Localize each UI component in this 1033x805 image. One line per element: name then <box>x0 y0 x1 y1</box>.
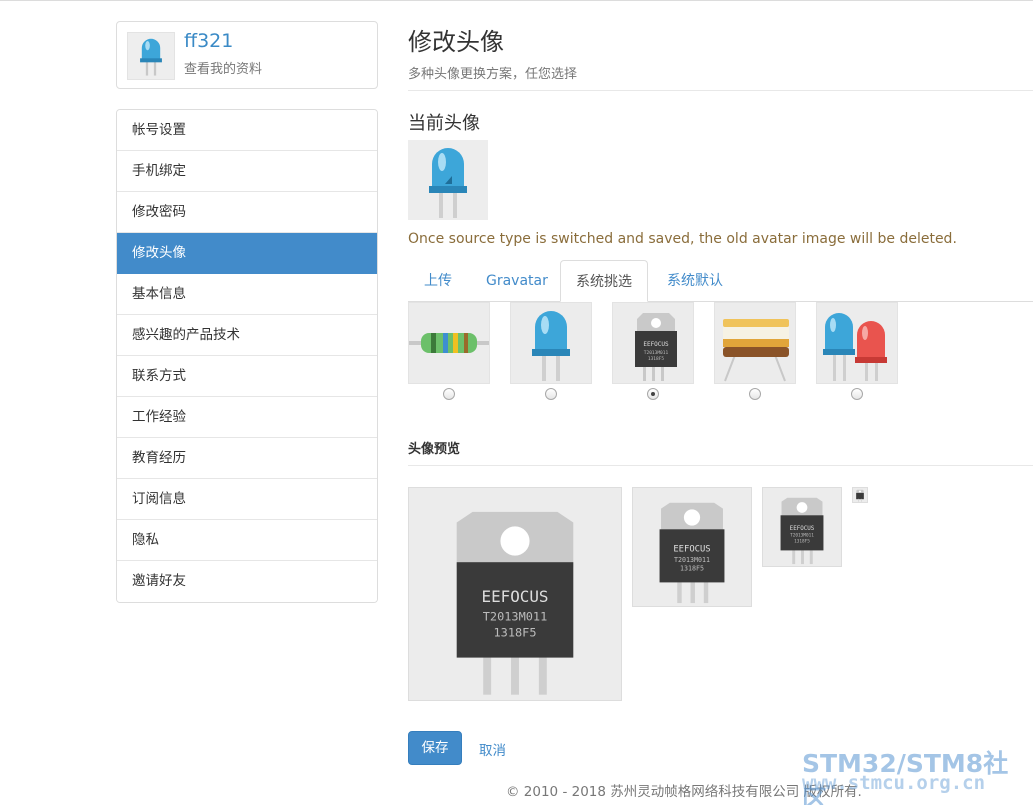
chip-label-line3: 1318F5 <box>680 565 704 573</box>
divider <box>408 90 1033 91</box>
avatar-choice-led-pair[interactable] <box>816 302 898 384</box>
preview-medium: EEFOCUS T2013M011 1318F5 <box>632 487 752 607</box>
transistor-chip-icon <box>856 489 864 502</box>
blue-led-icon <box>140 38 162 76</box>
divider <box>408 465 1033 466</box>
chip-label-line2: T2013M011 <box>790 533 814 539</box>
blue-led-icon <box>429 148 467 218</box>
avatar-radio-led-pair[interactable] <box>851 388 863 400</box>
chip-label-line1: EEFOCUS <box>673 544 710 554</box>
sidebar-item-invite[interactable]: 邀请好友 <box>117 561 377 602</box>
sidebar-item-subscriptions[interactable]: 订阅信息 <box>117 479 377 520</box>
cancel-link[interactable]: 取消 <box>479 739 506 759</box>
top-divider <box>0 0 1033 1</box>
blue-led-icon <box>532 311 570 381</box>
watermark-url: www.stmcu.org.cn <box>802 772 986 794</box>
led-pair-icon <box>823 313 887 381</box>
transistor-chip-icon: EEFOCUS T2013M011 1318F5 <box>659 502 725 604</box>
sidebar-item-work[interactable]: 工作经验 <box>117 397 377 438</box>
avatar-choice-capacitor[interactable] <box>714 302 796 384</box>
sidebar-item-avatar[interactable]: 修改头像 <box>117 233 377 274</box>
page-subtitle: 多种头像更换方案，任您选择 <box>408 67 578 82</box>
chip-label-line1: EEFOCUS <box>790 526 815 532</box>
sidebar-item-phone[interactable]: 手机绑定 <box>117 151 377 192</box>
avatar-radio-transistor[interactable] <box>647 388 659 400</box>
sidebar-item-contact[interactable]: 联系方式 <box>117 356 377 397</box>
capacitor-icon <box>723 319 789 382</box>
sidebar-item-account[interactable]: 帐号设置 <box>117 110 377 151</box>
current-avatar-title: 当前头像 <box>408 113 480 134</box>
view-profile-link[interactable]: 查看我的资料 <box>184 58 262 77</box>
avatar-choice-transistor[interactable]: EEFOCUS T2013M011 1318F5 <box>612 302 694 384</box>
avatar-source-tabs: 上传 Gravatar 系统挑选 系统默认 <box>408 260 1033 302</box>
sidebar-item-basic-info[interactable]: 基本信息 <box>117 274 377 315</box>
chip-label-line3: 1318F5 <box>493 625 536 639</box>
username-link[interactable]: ff321 <box>184 30 233 52</box>
preview-tiny <box>852 487 868 503</box>
svg-text:1318F5: 1318F5 <box>648 356 665 362</box>
preview-small: EEFOCUS T2013M011 1318F5 <box>762 487 842 567</box>
svg-text:EEFOCUS: EEFOCUS <box>643 341 669 348</box>
avatar-radio-blue-led[interactable] <box>545 388 557 400</box>
chip-label-line2: T2013M011 <box>483 610 548 624</box>
profile-card: ff321 查看我的资料 <box>116 21 378 89</box>
transistor-chip-icon: EEFOCUS T2013M011 1318F5 <box>780 497 824 565</box>
sidebar-item-password[interactable]: 修改密码 <box>117 192 377 233</box>
avatar-choice-blue-led[interactable] <box>510 302 592 384</box>
avatar-choice-resistor[interactable] <box>408 302 490 384</box>
avatar[interactable] <box>127 32 175 80</box>
source-switch-notice: Once source type is switched and saved, … <box>408 231 957 247</box>
transistor-chip-icon: EEFOCUS T2013M011 1318F5 <box>456 511 574 695</box>
tab-system-default[interactable]: 系统默认 <box>652 260 738 302</box>
avatar-radio-capacitor[interactable] <box>749 388 761 400</box>
sidebar-item-privacy[interactable]: 隐私 <box>117 520 377 561</box>
current-avatar <box>408 140 488 220</box>
sidebar-item-education[interactable]: 教育经历 <box>117 438 377 479</box>
avatar-radio-resistor[interactable] <box>443 388 455 400</box>
resistor-icon <box>409 333 489 353</box>
tab-gravatar[interactable]: Gravatar <box>471 260 563 302</box>
chip-label-line2: T2013M011 <box>674 556 710 564</box>
transistor-chip-icon: EEFOCUS T2013M011 1318F5 <box>635 313 677 381</box>
sidebar-item-interests[interactable]: 感兴趣的产品技术 <box>117 315 377 356</box>
tab-system-pick[interactable]: 系统挑选 <box>560 260 648 302</box>
chip-label-line1: EEFOCUS <box>482 587 549 606</box>
settings-sidebar: 帐号设置 手机绑定 修改密码 修改头像 基本信息 感兴趣的产品技术 联系方式 工… <box>116 109 378 603</box>
preview-title: 头像预览 <box>408 442 461 457</box>
tab-upload[interactable]: 上传 <box>409 260 467 302</box>
preview-large: EEFOCUS T2013M011 1318F5 <box>408 487 622 701</box>
chip-label-line3: 1318F5 <box>794 539 810 545</box>
page-title: 修改头像 <box>408 28 504 56</box>
svg-text:T2013M011: T2013M011 <box>644 350 669 356</box>
save-button[interactable]: 保存 <box>408 731 462 765</box>
